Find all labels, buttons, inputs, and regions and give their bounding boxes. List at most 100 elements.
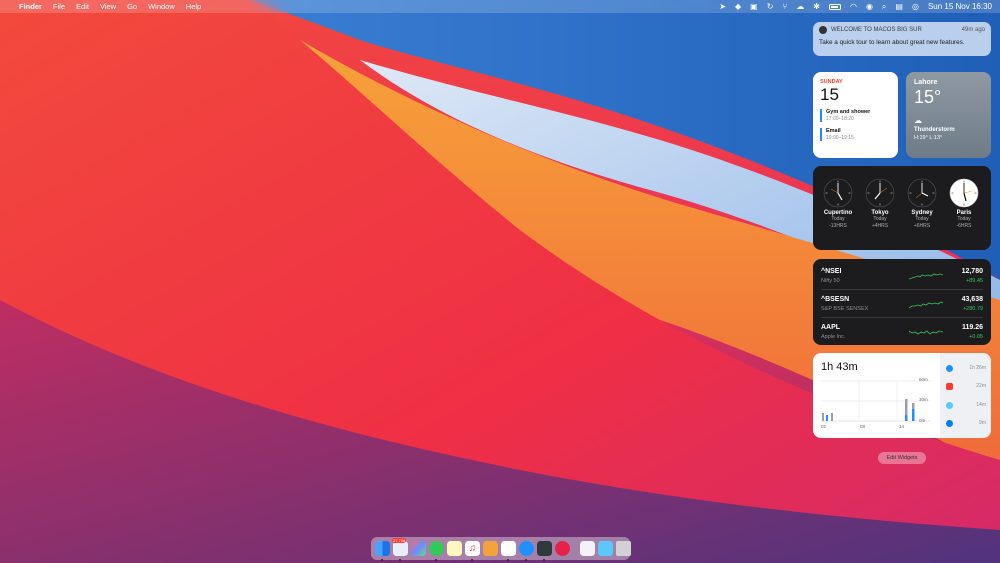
stock-row[interactable]: ^NSEI Nifty 50 12,780 +89.45: [813, 262, 991, 290]
menu-view[interactable]: View: [100, 0, 116, 13]
menu-bar: Finder File Edit View Go Window Help ➤ ◆…: [0, 0, 1000, 13]
grid-label: 60m: [919, 377, 928, 382]
app-usage-row[interactable]: 22m: [946, 381, 990, 391]
app-usage-row[interactable]: 14m: [946, 400, 990, 410]
stock-value: 119.26: [961, 324, 983, 331]
siri-icon[interactable]: ◎: [912, 0, 919, 13]
calendar-date: 15: [820, 85, 839, 104]
sketch-icon[interactable]: [483, 541, 498, 556]
downloads-folder-icon[interactable]: [598, 541, 613, 556]
stock-name: S&P BSE SENSEX: [821, 306, 869, 312]
stocks-widget[interactable]: ^NSEI Nifty 50 12,780 +89.45 ^BSESN S&P …: [813, 259, 991, 345]
dock: 27,706 ♫: [371, 537, 631, 561]
clock-cupertino: Cupertino Today -13HRS: [818, 178, 858, 229]
wifi-icon[interactable]: ◠: [850, 0, 857, 13]
menu-go[interactable]: Go: [127, 0, 137, 13]
calendar-event[interactable]: Gym and shower 17:00–18:20: [820, 109, 891, 122]
battery-icon[interactable]: [828, 3, 841, 10]
app-usage-time: 22m: [976, 383, 986, 389]
mail-icon[interactable]: 27,706: [392, 538, 408, 561]
stock-value: 12,780: [961, 268, 983, 275]
control-center-icon[interactable]: ▤: [895, 0, 903, 13]
menu-file[interactable]: File: [53, 0, 65, 13]
app-usage-row[interactable]: 9m: [946, 418, 990, 428]
world-clock-widget[interactable]: Cupertino Today -13HRS Tokyo Today +4HRS…: [813, 166, 991, 250]
calendar-widget[interactable]: SUNDAY 15 Gym and shower 17:00–18:20 Ema…: [813, 72, 898, 158]
weather-widget[interactable]: Lahore 15° ☁ Thunderstorm H:19° L:13°: [906, 72, 991, 158]
launchpad-icon[interactable]: [411, 541, 426, 556]
screen-icon[interactable]: ▣: [750, 0, 758, 13]
messages-icon[interactable]: [429, 541, 444, 561]
clock-offset: +4HRS: [871, 222, 889, 229]
safari-icon: [946, 419, 953, 427]
stock-change: +0.05: [969, 334, 983, 340]
app-icon: [819, 26, 827, 34]
clock-face-icon: [907, 178, 937, 208]
safari-icon: [946, 401, 953, 409]
notes-icon[interactable]: [447, 541, 462, 556]
notification-time: 49m ago: [961, 27, 985, 33]
clock-sydney: Sydney Today +6HRS: [902, 178, 942, 229]
edit-widgets-button[interactable]: Edit Widgets: [878, 452, 926, 464]
weather-city: Lahore: [914, 79, 938, 86]
clock-offset: -13HRS: [829, 222, 847, 229]
app-icon[interactable]: [555, 541, 570, 556]
thunderstorm-icon: ☁: [914, 116, 922, 125]
music-icon[interactable]: ♫: [465, 541, 480, 561]
clock-face-icon: [823, 178, 853, 208]
event-time: 19:00–19:15: [826, 135, 854, 141]
app-usage-time: 9m: [979, 420, 986, 426]
stock-symbol: AAPL: [821, 324, 841, 331]
clock-offset: -6HRS: [956, 222, 972, 229]
calendar-event[interactable]: Email 19:00–19:15: [820, 128, 891, 141]
stock-change: +89.45: [966, 278, 983, 284]
clock-face-icon: [865, 178, 895, 208]
x-label: 02: [821, 424, 827, 429]
finder-icon[interactable]: [375, 541, 390, 561]
menu-finder[interactable]: Finder: [19, 0, 42, 13]
safari-icon: [946, 364, 953, 372]
fork-icon[interactable]: ⑂: [782, 0, 787, 13]
cloud-icon[interactable]: ☁: [796, 0, 804, 13]
event-title: Gym and shower: [826, 109, 871, 115]
stock-value: 43,638: [961, 296, 983, 303]
stock-name: Nifty 50: [821, 278, 840, 284]
notification-app: WELCOME TO MACOS BIG SUR: [831, 27, 922, 33]
sparkline-icon: [909, 273, 943, 280]
user-icon[interactable]: ◉: [866, 0, 873, 13]
dropbox-icon[interactable]: ◆: [735, 0, 741, 13]
stock-change: +280.79: [962, 306, 983, 312]
menu-edit[interactable]: Edit: [76, 0, 89, 13]
document-icon[interactable]: [580, 541, 595, 556]
stock-row[interactable]: AAPL Apple Inc. 119.26 +0.05: [813, 318, 991, 345]
notification-message: Take a quick tour to learn about great n…: [819, 39, 965, 46]
notification-welcome[interactable]: WELCOME TO MACOS BIG SUR 49m ago Take a …: [813, 22, 991, 56]
x-label: 14: [899, 424, 905, 429]
status-app-icon[interactable]: ➤: [719, 0, 726, 13]
event-time: 17:00–18:20: [826, 116, 854, 122]
youtube-icon: [946, 382, 953, 390]
spotlight-search-icon[interactable]: ⌕: [882, 0, 886, 13]
safari-icon[interactable]: [519, 541, 534, 561]
usage-chart: [821, 380, 931, 422]
event-title: Email: [826, 128, 841, 134]
clock-tokyo: Tokyo Today +4HRS: [860, 178, 900, 229]
sparkline-icon: [909, 301, 943, 309]
stock-row[interactable]: ^BSESN S&P BSE SENSEX 43,638 +280.79: [813, 290, 991, 318]
screen-time-widget[interactable]: 1h 43m 60m 30m 0m 02 08 14 1h 26m 22m 14…: [813, 353, 991, 438]
app-usage-time: 1h 26m: [969, 365, 986, 371]
stock-symbol: ^NSEI: [821, 268, 842, 275]
menu-help[interactable]: Help: [186, 0, 201, 13]
bluetooth-icon[interactable]: ✱: [813, 0, 820, 13]
trash-icon[interactable]: [616, 541, 631, 556]
tasks-icon[interactable]: [501, 541, 516, 561]
clock-face-icon: [949, 178, 979, 208]
sync-icon[interactable]: ↻: [767, 0, 774, 13]
app-icon[interactable]: [537, 541, 552, 561]
stock-name: Apple Inc.: [821, 334, 846, 340]
mail-badge: 27,706: [392, 538, 407, 543]
app-usage-row[interactable]: 1h 26m: [946, 363, 990, 373]
menu-window[interactable]: Window: [148, 0, 175, 13]
weather-hilo: H:19° L:13°: [914, 135, 943, 141]
menubar-datetime[interactable]: Sun 15 Nov 16:30: [928, 0, 992, 13]
